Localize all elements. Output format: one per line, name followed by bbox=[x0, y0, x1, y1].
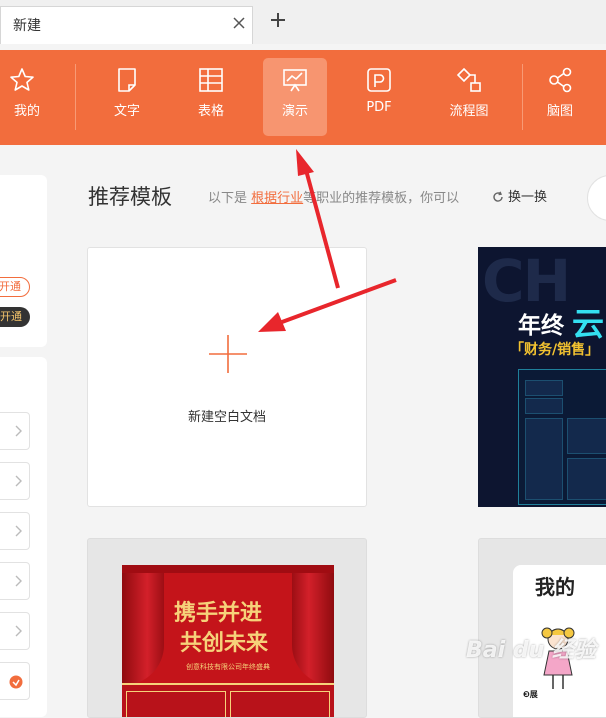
app-toolbar: 我的 文字 表格 演示 PDF 流程图 脑图 bbox=[0, 50, 606, 145]
tool-writer[interactable]: 文字 bbox=[95, 58, 159, 136]
template-subtitle: 「财务/销售」 bbox=[510, 342, 600, 358]
tool-mindmap-label: 脑图 bbox=[546, 104, 573, 119]
template-title-main: 年终 bbox=[518, 313, 564, 339]
new-blank-document-card[interactable]: 新建空白文档 bbox=[87, 247, 367, 507]
sidebar-item[interactable] bbox=[0, 512, 30, 550]
template-gala-line1: 携手并进 bbox=[174, 600, 263, 626]
template-card-cartoon[interactable]: 我的 ❸展 bbox=[478, 538, 606, 718]
tool-spreadsheet[interactable]: 表格 bbox=[179, 58, 243, 136]
flowchart-icon bbox=[456, 67, 481, 92]
template-gala-preview: 携手并进 共创未来 创意科技有限公司年终盛典 bbox=[122, 565, 334, 717]
chevron-right-icon bbox=[15, 425, 22, 437]
template-title-big: 云 bbox=[572, 305, 605, 343]
refresh-button[interactable]: 换一换 bbox=[492, 186, 547, 205]
search-button[interactable] bbox=[587, 175, 606, 221]
tool-pdf[interactable]: PDF bbox=[347, 58, 411, 136]
template-gala-line2: 共创未来 bbox=[180, 630, 269, 656]
template-card-annual-gala[interactable]: 携手并进 共创未来 创意科技有限公司年终盛典 bbox=[87, 538, 367, 718]
tab-new-document[interactable]: 新建 bbox=[0, 6, 253, 44]
pdf-icon bbox=[367, 68, 391, 92]
new-blank-document-label: 新建空白文档 bbox=[187, 410, 266, 425]
sidebar-item[interactable] bbox=[0, 662, 30, 700]
industry-link[interactable]: 根据行业 bbox=[251, 191, 303, 206]
refresh-label: 换一换 bbox=[508, 190, 548, 205]
document-icon bbox=[118, 68, 136, 92]
tool-pdf-label: PDF bbox=[366, 100, 392, 115]
tool-flowchart[interactable]: 流程图 bbox=[437, 58, 501, 136]
tab-title: 新建 bbox=[13, 18, 41, 34]
tool-flowchart-label: 流程图 bbox=[449, 104, 489, 119]
template-dashboard-preview bbox=[518, 369, 606, 505]
chevron-right-icon bbox=[15, 625, 22, 637]
open-membership-button[interactable]: 开通 bbox=[0, 277, 30, 297]
tab-bar: 新建 bbox=[0, 0, 606, 44]
chevron-right-icon bbox=[15, 575, 22, 587]
plus-icon[interactable] bbox=[268, 10, 288, 30]
toolbar-divider-2 bbox=[522, 64, 523, 130]
subtitle-prefix: 以下是 bbox=[208, 191, 248, 206]
tool-mine[interactable]: 我的 bbox=[0, 58, 54, 136]
orange-badge-icon bbox=[9, 675, 23, 689]
subtitle-suffix: 等职业的推荐模板，你可以 bbox=[303, 191, 460, 206]
table-icon bbox=[199, 68, 223, 92]
chevron-right-icon bbox=[15, 525, 22, 537]
star-icon bbox=[10, 68, 34, 91]
baidu-watermark: Bai du 经验 bbox=[466, 638, 596, 663]
template-cartoon-label: ❸展 bbox=[523, 690, 538, 699]
tool-writer-label: 文字 bbox=[113, 104, 140, 119]
mindmap-icon bbox=[549, 67, 572, 93]
tool-mindmap[interactable]: 脑图 bbox=[528, 58, 592, 136]
tool-presentation-label: 演示 bbox=[281, 104, 308, 119]
tool-presentation[interactable]: 演示 bbox=[263, 58, 327, 136]
template-gala-subtitle: 创意科技有限公司年终盛典 bbox=[186, 663, 270, 671]
sidebar-item[interactable] bbox=[0, 562, 30, 600]
open-vip-button[interactable]: 开通 bbox=[0, 307, 30, 327]
template-cartoon-title: 我的 bbox=[535, 575, 575, 599]
chevron-right-icon bbox=[15, 475, 22, 487]
arrow-head-top bbox=[296, 149, 314, 176]
plus-icon bbox=[209, 335, 247, 373]
page-title: 推荐模板 bbox=[88, 185, 172, 209]
refresh-icon bbox=[493, 191, 503, 202]
presentation-icon bbox=[283, 69, 307, 92]
toolbar-divider bbox=[75, 64, 76, 130]
sidebar-item[interactable] bbox=[0, 412, 30, 450]
tool-spreadsheet-label: 表格 bbox=[197, 104, 224, 119]
tool-mine-label: 我的 bbox=[14, 104, 41, 119]
sidebar-item[interactable] bbox=[0, 462, 30, 500]
recommend-subtitle: 以下是 根据行业等职业的推荐模板，你可以 bbox=[208, 187, 459, 206]
close-icon[interactable] bbox=[231, 15, 247, 31]
template-card-year-end-dashboard[interactable]: CH 年终 云 「财务/销售」 bbox=[478, 247, 606, 507]
sidebar-item[interactable] bbox=[0, 612, 30, 650]
